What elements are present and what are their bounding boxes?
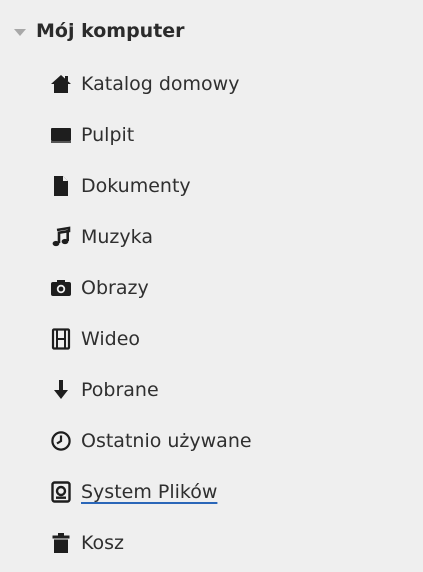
document-icon <box>50 175 72 197</box>
sidebar-item-label: Dokumenty <box>81 174 191 197</box>
sidebar-item-label: Muzyka <box>81 225 153 248</box>
sidebar-item-desktop[interactable]: Pulpit <box>50 109 252 160</box>
places-list: Katalog domowy Pulpit Dokumenty Muzyka O… <box>50 58 252 568</box>
trash-icon <box>50 532 72 554</box>
sidebar-item-music[interactable]: Muzyka <box>50 211 252 262</box>
film-icon <box>50 327 72 350</box>
sidebar-item-label: Pulpit <box>81 123 135 146</box>
desktop-icon <box>50 124 72 146</box>
sidebar-item-file-system[interactable]: System Plików <box>50 466 252 517</box>
section-header-my-computer[interactable]: Mój komputer <box>14 16 185 46</box>
triangle-down-icon[interactable] <box>14 28 26 36</box>
sidebar-item-videos[interactable]: Wideo <box>50 313 252 364</box>
sidebar-item-label: Obrazy <box>81 276 149 299</box>
home-icon <box>50 73 72 95</box>
sidebar-item-label: Katalog domowy <box>81 72 240 95</box>
clock-icon <box>50 430 72 452</box>
sidebar-item-documents[interactable]: Dokumenty <box>50 160 252 211</box>
section-title: Mój komputer <box>36 20 185 42</box>
sidebar-item-home[interactable]: Katalog domowy <box>50 58 252 109</box>
download-arrow-icon <box>50 379 72 401</box>
sidebar-item-downloads[interactable]: Pobrane <box>50 364 252 415</box>
sidebar-item-label: Pobrane <box>81 378 159 401</box>
sidebar-item-pictures[interactable]: Obrazy <box>50 262 252 313</box>
music-note-icon <box>50 225 72 248</box>
drive-icon <box>50 480 72 503</box>
sidebar-item-label: Wideo <box>81 327 141 350</box>
sidebar-item-label: System Plików <box>81 480 218 503</box>
sidebar-item-recent[interactable]: Ostatnio używane <box>50 415 252 466</box>
sidebar-item-label: Ostatnio używane <box>81 429 252 452</box>
camera-icon <box>50 277 72 299</box>
sidebar-item-label: Kosz <box>81 531 125 554</box>
places-sidebar: Mój komputer Katalog domowy Pulpit Dokum… <box>0 0 423 572</box>
sidebar-item-trash[interactable]: Kosz <box>50 517 252 568</box>
